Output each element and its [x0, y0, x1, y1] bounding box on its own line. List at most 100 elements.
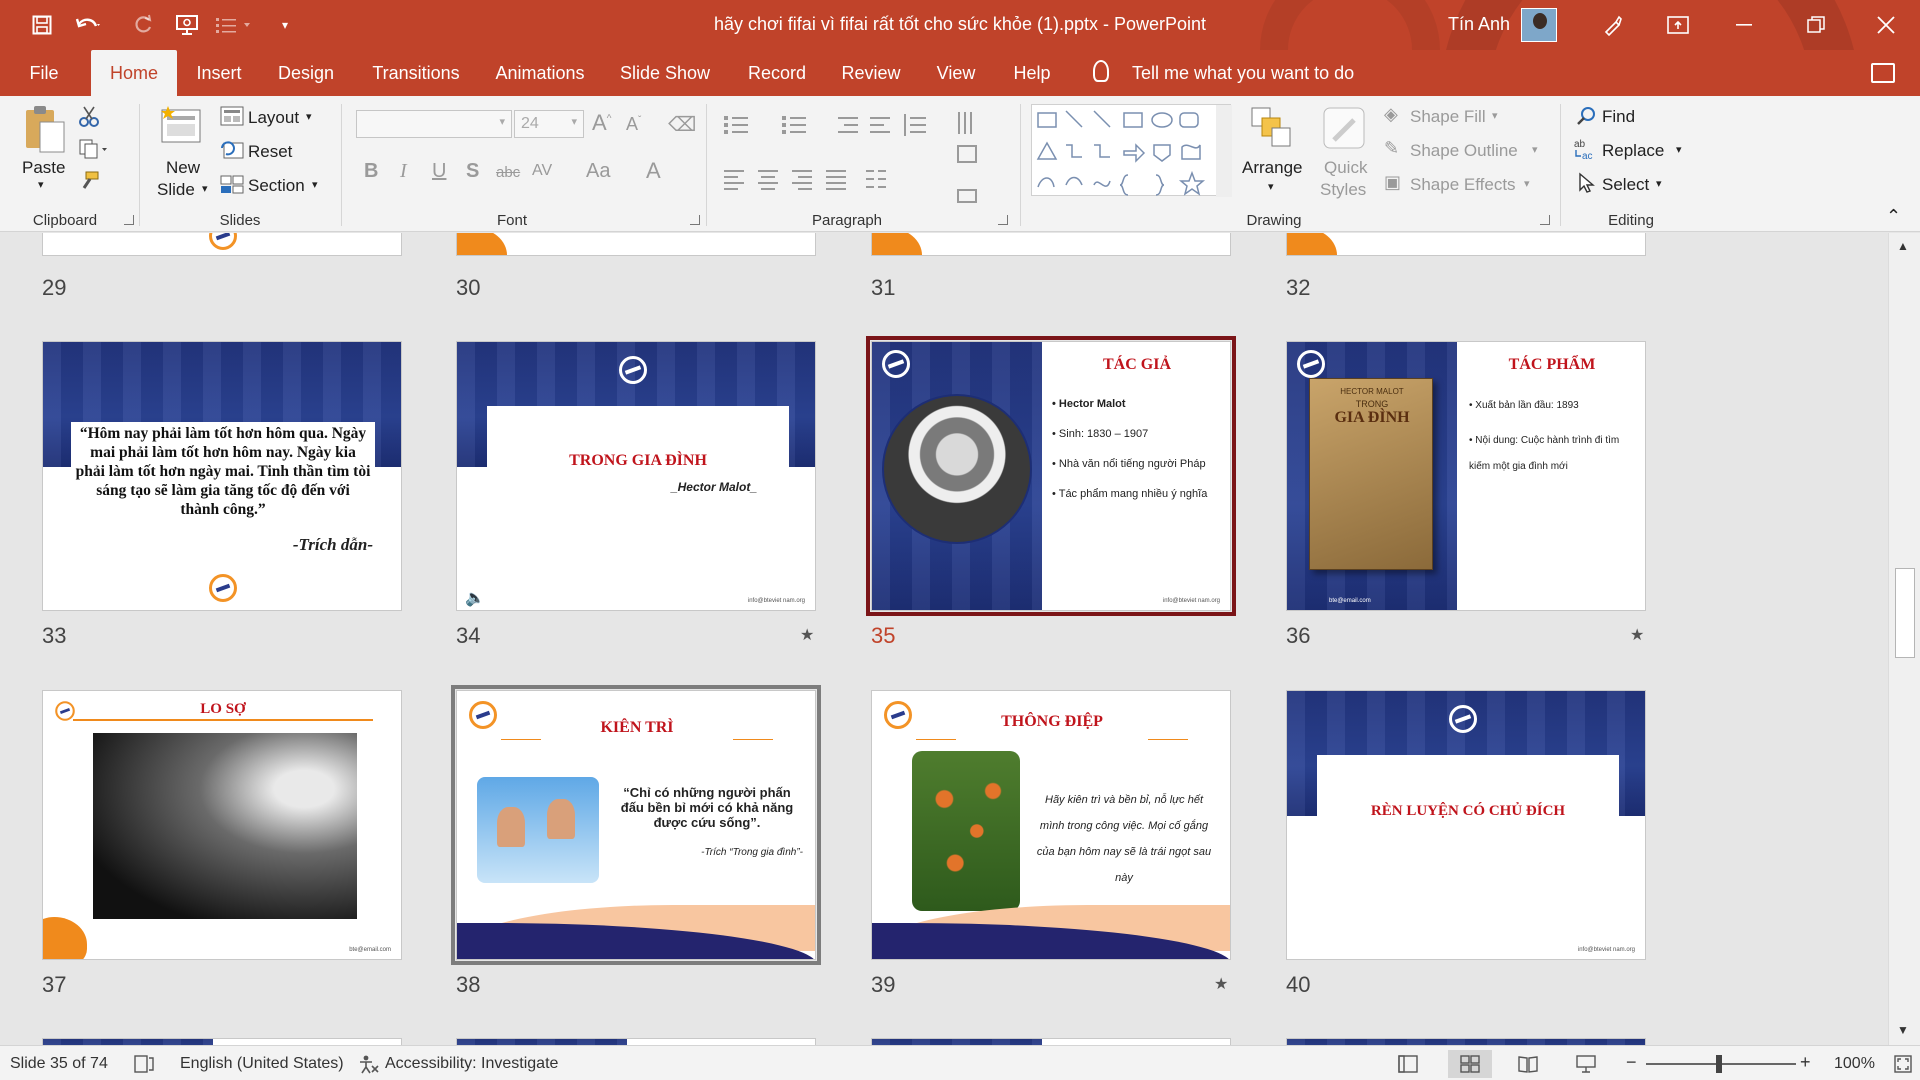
- user-name[interactable]: Tín Anh: [1448, 14, 1510, 35]
- tab-help[interactable]: Help: [1006, 50, 1058, 96]
- font-name-combo[interactable]: ▾: [356, 110, 512, 138]
- cut-icon[interactable]: [78, 106, 100, 128]
- ribbon-display-icon[interactable]: [1652, 0, 1704, 50]
- tab-design[interactable]: Design: [272, 50, 340, 96]
- slide-thumbnail-38[interactable]: KIÊN TRÌ “Chỉ có những người phấn đấu bề…: [451, 685, 821, 965]
- notes-icon[interactable]: [134, 1055, 154, 1073]
- scroll-down-icon[interactable]: ▼: [1897, 1023, 1909, 1037]
- comments-icon[interactable]: [1871, 63, 1895, 83]
- slide-thumbnail[interactable]: [456, 1038, 816, 1045]
- normal-view-icon: [1398, 1055, 1418, 1073]
- slide-thumbnail-34[interactable]: TRONG GIA ĐÌNH _Hector Malot_ 🔈 info@bte…: [456, 341, 816, 611]
- bullet-text: Nhà văn nổi tiếng người Pháp: [1058, 458, 1206, 470]
- footer-email: info@bteviet nam.org: [1577, 947, 1635, 953]
- slide-number: 35: [871, 623, 896, 648]
- editing-group-label: Editing: [1608, 212, 1654, 229]
- quick-styles-icon: [1323, 107, 1365, 149]
- tab-file[interactable]: File: [18, 50, 70, 96]
- avatar[interactable]: [1521, 8, 1557, 42]
- lightbulb-icon: [1093, 60, 1109, 82]
- tell-me-search[interactable]: Tell me what you want to do: [1132, 50, 1354, 96]
- font-size-combo[interactable]: 24 ▾: [514, 110, 584, 138]
- shadow-button[interactable]: S: [466, 160, 479, 183]
- slide-thumbnail-39[interactable]: THÔNG ĐIỆP Hãy kiên trì và bền bỉ, nỗ lự…: [871, 690, 1231, 960]
- shrink-font-icon[interactable]: Aˇ: [626, 114, 641, 135]
- bullet-item: • Nhà văn nổi tiếng người Pháp: [1052, 458, 1206, 470]
- slide-sorter-view-button[interactable]: [1448, 1050, 1492, 1078]
- replace-icon: abac: [1574, 139, 1593, 160]
- character-spacing-button[interactable]: AV: [532, 162, 552, 180]
- arrange-label: Arrange: [1242, 158, 1303, 177]
- chevron-down-icon: ▾: [571, 116, 577, 128]
- copy-icon[interactable]: [78, 138, 110, 160]
- paragraph-controls[interactable]: [720, 108, 1020, 218]
- format-painter-icon[interactable]: [78, 170, 100, 192]
- chevron-down-icon: ▾: [1656, 178, 1662, 190]
- font-size-value: 24: [521, 115, 539, 132]
- normal-view-button[interactable]: [1386, 1050, 1430, 1078]
- zoom-out-icon[interactable]: −: [1626, 1052, 1637, 1073]
- slide-thumbnail-33[interactable]: “Hôm nay phải làm tốt hơn hôm qua. Ngày …: [42, 341, 402, 611]
- slide-thumbnail[interactable]: [871, 1038, 1231, 1045]
- restore-icon[interactable]: [1790, 0, 1842, 50]
- slide-thumbnail[interactable]: [456, 233, 816, 256]
- slide-thumbnail[interactable]: [42, 233, 402, 256]
- layout-label: Layout: [248, 108, 300, 127]
- slide-count[interactable]: Slide 35 of 74: [10, 1055, 108, 1073]
- arrange-icon: [1251, 107, 1291, 147]
- tab-view[interactable]: View: [930, 50, 982, 96]
- change-case-button[interactable]: Aa: [586, 160, 610, 183]
- tab-review[interactable]: Review: [836, 50, 906, 96]
- italic-button[interactable]: I: [400, 160, 407, 183]
- slide-thumbnail[interactable]: [871, 233, 1231, 256]
- tab-insert[interactable]: Insert: [190, 50, 248, 96]
- zoom-in-icon[interactable]: +: [1800, 1052, 1811, 1073]
- drawing-launcher-icon[interactable]: [1540, 215, 1550, 225]
- scrollbar-thumb[interactable]: [1895, 568, 1915, 658]
- tab-slide-show[interactable]: Slide Show: [616, 50, 714, 96]
- bold-button[interactable]: B: [364, 160, 378, 183]
- zoom-level[interactable]: 100%: [1834, 1055, 1875, 1073]
- slide-thumbnail-37[interactable]: LO SỢ bte@email.com: [42, 690, 402, 960]
- slide-sorter[interactable]: 29 30 31 32 “Hôm nay phải làm tốt hơn hô…: [0, 233, 1888, 1045]
- zoom-slider-handle[interactable]: [1716, 1055, 1722, 1073]
- transition-star-icon: ★: [1630, 627, 1645, 644]
- strikethrough-button[interactable]: abc: [496, 164, 520, 181]
- reading-view-button[interactable]: [1506, 1050, 1550, 1078]
- quote-citation: -Trích dẫn-: [292, 535, 373, 554]
- clear-formatting-icon[interactable]: ⌫: [668, 112, 696, 137]
- slideshow-view-button[interactable]: [1564, 1050, 1608, 1078]
- tab-animations[interactable]: Animations: [490, 50, 590, 96]
- language-indicator[interactable]: English (United States): [180, 1055, 344, 1073]
- slide-thumbnail[interactable]: [1286, 233, 1646, 256]
- slide-thumbnail[interactable]: [1286, 1038, 1646, 1045]
- title-panel: [1317, 755, 1619, 959]
- tab-home[interactable]: Home: [91, 50, 177, 96]
- fit-to-window-icon[interactable]: [1894, 1055, 1912, 1073]
- accessibility-status[interactable]: Accessibility: Investigate: [385, 1055, 558, 1073]
- tab-transitions[interactable]: Transitions: [368, 50, 464, 96]
- slide-thumbnail[interactable]: [42, 1038, 402, 1045]
- clipboard-launcher-icon[interactable]: [124, 215, 134, 225]
- vertical-scrollbar[interactable]: ▲ ▼: [1888, 233, 1920, 1045]
- slide-thumbnail-35[interactable]: TÁC GIẢ • Hector Malot • Sinh: 1830 – 19…: [866, 336, 1236, 616]
- slide-thumbnail-36[interactable]: HECTOR MALOT TRONG GIA ĐÌNH TÁC PHẨM • X…: [1286, 341, 1646, 611]
- tab-record[interactable]: Record: [742, 50, 812, 96]
- paragraph-launcher-icon[interactable]: [998, 215, 1008, 225]
- font-launcher-icon[interactable]: [690, 215, 700, 225]
- paragraph-group-label: Paragraph: [811, 212, 883, 229]
- minimize-icon[interactable]: [1718, 0, 1770, 50]
- underline-button[interactable]: U: [432, 160, 446, 183]
- slide-thumbnail-40[interactable]: RÈN LUYỆN CÓ CHỦ ĐÍCH info@bteviet nam.o…: [1286, 690, 1646, 960]
- pen-icon[interactable]: [1587, 0, 1639, 50]
- accessibility-icon[interactable]: [358, 1054, 380, 1074]
- slide-number: 39: [871, 972, 896, 997]
- slide-number: 30: [456, 275, 481, 300]
- font-color-button[interactable]: A: [646, 158, 661, 184]
- collapse-ribbon-icon[interactable]: ⌃: [1886, 206, 1901, 227]
- shapes-gallery[interactable]: [1031, 104, 1232, 197]
- grow-font-icon[interactable]: A^: [592, 110, 611, 136]
- scroll-up-icon[interactable]: ▲: [1897, 239, 1909, 253]
- footer-email: info@bteviet nam.org: [747, 598, 805, 604]
- close-icon[interactable]: [1860, 0, 1912, 50]
